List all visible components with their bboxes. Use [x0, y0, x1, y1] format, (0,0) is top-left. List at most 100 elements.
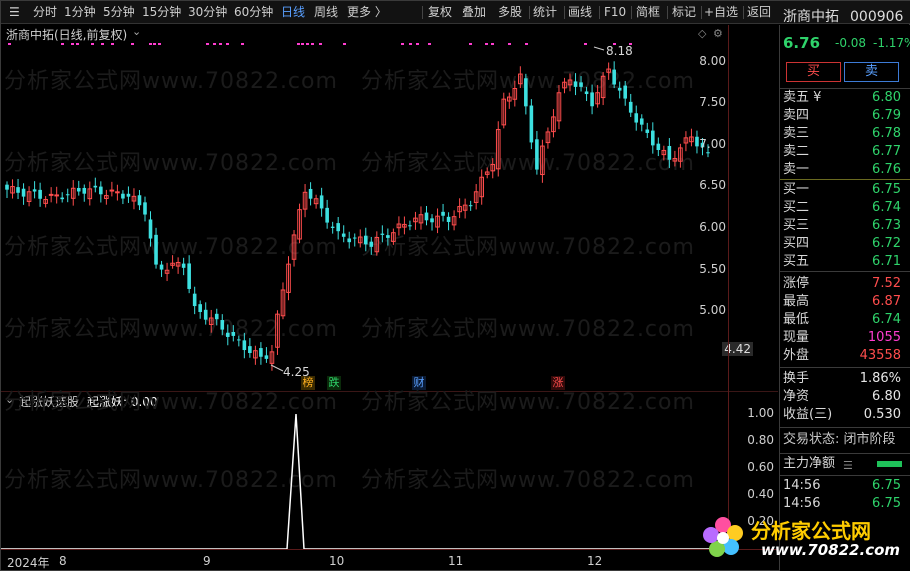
candle-body	[159, 264, 164, 270]
candle-body	[380, 233, 385, 235]
signal-marker	[416, 43, 419, 45]
tab-15min[interactable]: 15分钟	[142, 5, 181, 20]
signal-zhang[interactable]: 涨	[551, 376, 565, 390]
candle-body	[408, 225, 412, 227]
candle-body	[154, 234, 158, 265]
x-tick: 11	[448, 554, 464, 568]
x-tick: 10	[329, 554, 345, 568]
candle-body	[76, 187, 81, 192]
kline-chart[interactable]: 浙商中拓(日线,前复权) ⌄ ◇ ⚙ 分析家公式网www.70822.com 分…	[1, 25, 778, 391]
ask-row: 卖一 6.76	[783, 162, 901, 177]
adjust-button[interactable]: 复权	[428, 5, 452, 20]
signal-cai[interactable]: 财	[412, 376, 426, 390]
tab-intraday[interactable]: 分时	[33, 5, 57, 20]
candle-body	[121, 193, 125, 199]
candle-body	[93, 185, 98, 188]
signal-marker	[297, 43, 300, 45]
quote-panel: 浙商中拓 000906 6.76 -0.08 -1.17% 买 卖 卖五 ¥6.…	[779, 9, 910, 571]
tab-1min[interactable]: 1分钟	[64, 5, 96, 20]
signal-marker	[219, 43, 222, 45]
bid-row: 买五 6.71	[783, 254, 901, 269]
draw-line-button[interactable]: 画线	[568, 5, 592, 20]
simple-frame-button[interactable]: 简框	[636, 5, 660, 20]
signal-marker	[149, 43, 152, 45]
candle-body	[54, 194, 59, 197]
tab-weekly[interactable]: 周线	[314, 5, 338, 20]
trade-status: 交易状态: 闭市阶段	[783, 432, 896, 447]
candle-body	[352, 237, 357, 239]
y-tick: 5.50	[699, 262, 726, 276]
axis-divider	[728, 25, 729, 549]
x-tick: 12	[587, 554, 603, 568]
candle-body	[143, 202, 147, 215]
add-favorite-button[interactable]: +自选	[704, 5, 738, 20]
candle-body	[667, 145, 672, 160]
candle-body	[590, 92, 594, 107]
candle-body	[386, 235, 390, 238]
signal-marker	[226, 43, 229, 45]
candle-body	[308, 188, 313, 199]
site-logo: 分析家公式网 www.70822.com	[701, 511, 907, 569]
candle-body	[446, 216, 451, 222]
candle-body	[529, 105, 534, 143]
candle-body	[192, 293, 197, 307]
indicator-pane[interactable]: ⌄ 起涨妖选股 起涨妖: 0.00 分析家公式网www.70822.com 分析…	[1, 390, 778, 550]
stock-name: 浙商中拓	[783, 9, 839, 25]
back-button[interactable]: 返回	[747, 5, 771, 20]
candle-body	[706, 152, 710, 154]
candle-body	[584, 91, 589, 95]
buy-button[interactable]: 买	[786, 62, 841, 82]
candle-body	[5, 184, 9, 190]
overlay-button[interactable]: 叠加	[462, 5, 486, 20]
indicator-line	[1, 413, 728, 550]
low-pointer	[270, 364, 284, 372]
candle-body	[187, 263, 191, 289]
tab-daily[interactable]: 日线	[281, 5, 305, 20]
signal-marker	[76, 43, 79, 45]
toolbar-menu-icon[interactable]: ☰	[9, 5, 20, 20]
tab-5min[interactable]: 5分钟	[103, 5, 135, 20]
candle-body	[109, 189, 115, 192]
candle-body	[319, 195, 324, 209]
signal-marker	[428, 43, 431, 45]
y-tick: 6.50	[699, 178, 726, 192]
stock-app: ☰ 分时 1分钟 5分钟 15分钟 30分钟 60分钟 日线 周线 更多 〉 复…	[0, 0, 910, 571]
signal-marker	[311, 43, 314, 45]
stats-button[interactable]: 统计	[533, 5, 557, 20]
multi-stock-button[interactable]: 多股	[498, 5, 522, 20]
candle-body	[612, 69, 616, 85]
indicator-plot	[1, 413, 728, 550]
ask-row: 卖五 ¥6.80	[783, 90, 901, 105]
x-tick: 2024年	[7, 556, 50, 570]
sub-y-tick: 0.60	[747, 460, 774, 474]
candle-body	[330, 226, 335, 228]
candlestick-plot	[5, 43, 710, 372]
tab-30min[interactable]: 30分钟	[188, 5, 227, 20]
signal-marker	[491, 43, 494, 45]
sub-y-tick: 0.80	[747, 433, 774, 447]
candle-body	[32, 189, 37, 192]
signal-die[interactable]: 跌	[327, 376, 341, 390]
net-flow-bar	[877, 461, 902, 467]
bid-row: 买四 6.72	[783, 236, 901, 251]
net-flow-row[interactable]: 主力净额 ☰	[783, 455, 909, 473]
x-tick: 9	[203, 554, 211, 568]
tab-60min[interactable]: 60分钟	[234, 5, 273, 20]
candle-body	[99, 186, 103, 195]
signal-marker	[401, 43, 404, 45]
f10-button[interactable]: F10	[604, 5, 626, 20]
candle-body	[242, 340, 247, 351]
signal-marker	[71, 43, 74, 45]
y-tick: 8.00	[699, 54, 726, 68]
mark-button[interactable]: 标记	[672, 5, 696, 20]
ask-row: 卖二 6.77	[783, 144, 901, 159]
tab-more[interactable]: 更多 〉	[347, 5, 387, 20]
sell-button[interactable]: 卖	[844, 62, 899, 82]
candle-body	[695, 136, 699, 147]
signal-bang[interactable]: 榜	[301, 376, 315, 390]
candle-body	[341, 233, 346, 237]
candle-body	[651, 130, 655, 146]
candle-body	[634, 113, 639, 123]
price-change-pct: -1.17%	[873, 36, 910, 50]
y-tick: 7.00	[699, 137, 726, 151]
